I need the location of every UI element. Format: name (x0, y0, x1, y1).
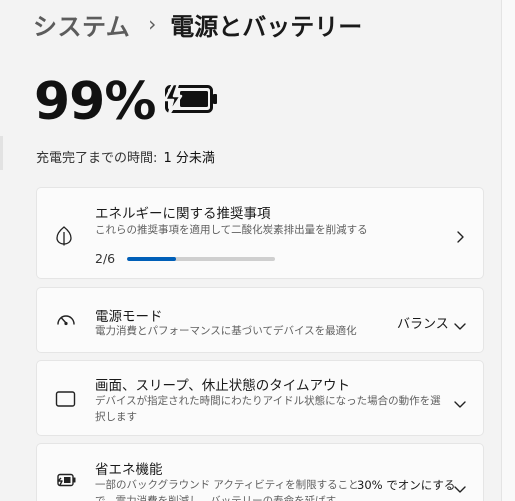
speedometer-icon (55, 311, 77, 333)
battery-saver-description-line1: 一部のバックグラウンド アクティビティを制限すること (95, 479, 359, 491)
charge-time-label: 充電完了までの時間: (36, 151, 158, 166)
chevron-down-icon[interactable] (453, 316, 467, 335)
battery-saver-title: 省エネ機能 (95, 462, 163, 478)
battery-saver-description-line2: で、電力消費を削減し、バッテリーの寿命を延ばす (95, 495, 337, 501)
screen-timeout-title: 画面、スリープ、休止状態のタイムアウト (95, 378, 351, 394)
power-mode-select[interactable]: バランス (397, 313, 449, 332)
leaf-icon (55, 226, 73, 250)
battery-percentage: 99% (34, 72, 156, 132)
battery-saver-card[interactable]: 省エネ機能 一部のバックグラウンド アクティビティを制限すること で、電力消費を… (36, 443, 484, 501)
power-mode-title: 電源モード (95, 309, 163, 325)
battery-charging-icon (163, 82, 219, 119)
battery-saver-icon (55, 472, 77, 492)
energy-recommendations-card[interactable]: エネルギーに関する推奨事項 これらの推奨事項を適用して二酸化炭素排出量を削減する… (36, 187, 484, 279)
energy-recommendations-title: エネルギーに関する推奨事項 (95, 206, 271, 222)
breadcrumb: システム › 電源とバッテリー (33, 4, 362, 44)
chevron-right-icon[interactable] (455, 229, 465, 248)
scrollbar-track[interactable] (501, 0, 515, 501)
battery-saver-threshold-select[interactable]: 30% でオンにする (357, 477, 455, 493)
charge-status: 充電完了までの時間: 1 分未満 (36, 147, 215, 166)
screen-timeout-description-line2: 択します (95, 411, 137, 423)
recommendations-progress-text: 2/6 (95, 251, 116, 266)
nav-pane-edge (0, 136, 3, 170)
power-mode-card[interactable]: 電源モード 電力消費とパフォーマンスに基づいてデバイスを最適化 バランス (36, 287, 484, 353)
page-title: 電源とバッテリー (170, 12, 363, 41)
screen-timeout-card[interactable]: 画面、スリープ、休止状態のタイムアウト デバイスが指定された時間にわたりアイドル… (36, 360, 484, 436)
screen-timeout-icon (55, 390, 77, 412)
screen-timeout-description-line1: デバイスが指定された時間にわたりアイドル状態になった場合の動作を選 (95, 395, 441, 407)
charge-time-value: 1 分未満 (163, 151, 215, 166)
chevron-down-icon[interactable] (453, 479, 467, 498)
breadcrumb-separator: › (148, 12, 157, 36)
energy-recommendations-description: これらの推奨事項を適用して二酸化炭素排出量を削減する (95, 224, 368, 236)
power-mode-description: 電力消費とパフォーマンスに基づいてデバイスを最適化 (95, 325, 357, 337)
recommendations-progress-fill (127, 257, 177, 261)
settings-page: システム › 電源とバッテリー 99% 充電完了までの時間: 1 分未満 エネル… (0, 0, 515, 501)
recommendations-progress-bar (127, 257, 275, 261)
chevron-down-icon[interactable] (453, 394, 467, 413)
breadcrumb-system-link[interactable]: システム (33, 7, 130, 42)
